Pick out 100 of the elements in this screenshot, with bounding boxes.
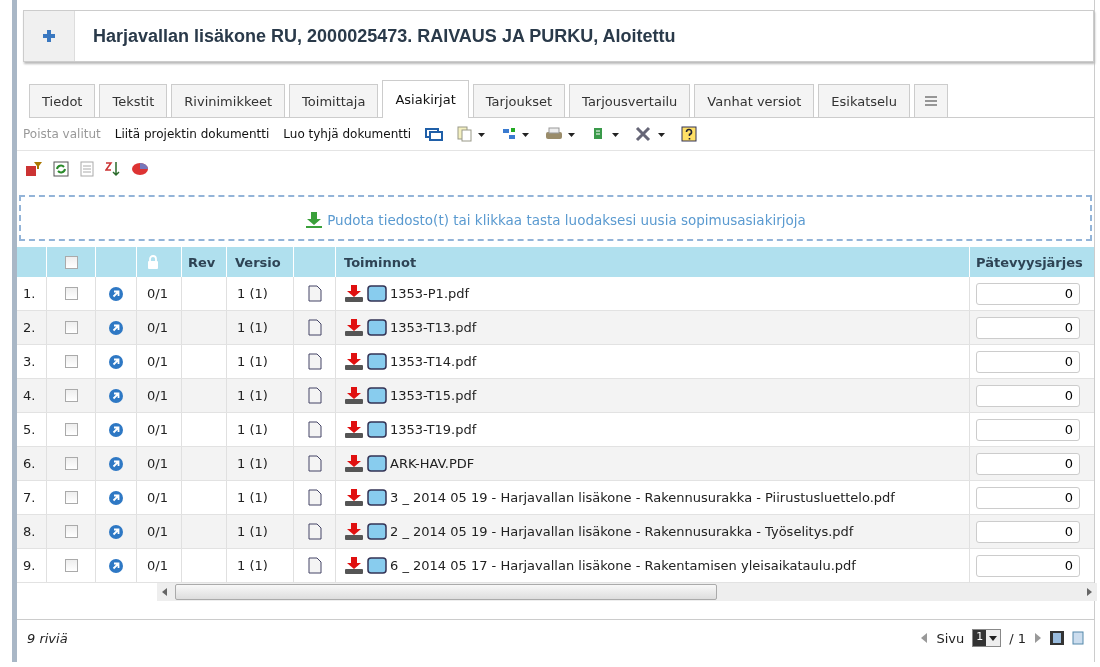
row-checkbox[interactable] xyxy=(64,559,78,572)
order-input[interactable]: 0 xyxy=(976,554,1080,577)
row-checkbox[interactable] xyxy=(64,389,78,402)
order-input[interactable]: 0 xyxy=(976,520,1080,543)
tab[interactable]: Rivinimikkeet xyxy=(171,84,286,117)
tab[interactable]: Esikatselu xyxy=(818,84,910,117)
plus-icon[interactable] xyxy=(24,11,75,61)
table-cell: 0/1 xyxy=(147,320,168,335)
table-cell: 0/1 xyxy=(147,456,168,471)
dropdown-caret-icon[interactable] xyxy=(989,635,998,641)
order-input[interactable]: 0 xyxy=(976,282,1080,305)
grid-view-icon[interactable] xyxy=(1050,631,1064,645)
previous-page-icon[interactable] xyxy=(920,633,929,643)
horizontal-scrollbar[interactable] xyxy=(157,583,1097,601)
column-header[interactable]: Rev xyxy=(188,254,216,270)
row-number: 5. xyxy=(23,422,36,437)
document-icon[interactable] xyxy=(307,523,322,540)
tab[interactable]: Toimittaja xyxy=(289,84,379,117)
file-name[interactable]: 1353-T19.pdf xyxy=(390,422,477,437)
table-cell: 1 (1) xyxy=(237,286,268,301)
row-checkbox[interactable] xyxy=(64,287,78,300)
select-all-checkbox[interactable] xyxy=(64,255,78,269)
file-name[interactable]: 2 _ 2014 05 19 - Harjavallan lisäkone - Rakennusurakka - Työselitys.pdf xyxy=(390,524,854,539)
order-input[interactable]: 0 xyxy=(976,384,1080,407)
monitor-icon[interactable] xyxy=(367,489,387,506)
order-input[interactable]: 0 xyxy=(976,350,1080,373)
table-cell: 0/1 xyxy=(147,286,168,301)
next-page-icon[interactable] xyxy=(1034,633,1042,643)
tab[interactable]: Tarjousvertailu xyxy=(569,84,691,117)
toolbar-action[interactable]: Liitä projektin dokumentti xyxy=(114,127,270,141)
table-cell: 1 (1) xyxy=(237,456,268,471)
order-input[interactable]: 0 xyxy=(976,418,1080,441)
monitor-icon[interactable] xyxy=(367,319,387,336)
file-name[interactable]: 1353-P1.pdf xyxy=(390,286,470,301)
document-icon[interactable] xyxy=(307,489,322,506)
page-select[interactable]: 1 xyxy=(972,629,1002,647)
row-checkbox[interactable] xyxy=(64,321,78,334)
copy-dropdown-icon[interactable] xyxy=(457,126,487,142)
download-icon[interactable] xyxy=(344,454,364,473)
monitor-icon[interactable] xyxy=(367,387,387,404)
monitor-icon[interactable] xyxy=(367,421,387,438)
filter-icon[interactable] xyxy=(25,161,43,177)
windows-icon[interactable] xyxy=(425,126,443,142)
document-icon[interactable] xyxy=(307,353,322,370)
scroll-right-icon[interactable] xyxy=(1085,588,1093,596)
drop-zone-text: Pudota tiedosto(t) tai klikkaa tasta luodaksesi uusia sopimusasiakirjoja xyxy=(327,212,806,228)
table-cell: 1 (1) xyxy=(237,422,268,437)
download-icon[interactable] xyxy=(344,488,364,507)
download-icon[interactable] xyxy=(344,556,364,575)
download-icon[interactable] xyxy=(344,352,364,371)
table-cell: 0/1 xyxy=(147,524,168,539)
document-icon[interactable] xyxy=(307,387,322,404)
tab[interactable]: Tiedot xyxy=(29,84,96,117)
refresh-icon[interactable] xyxy=(53,161,69,177)
document-icon[interactable] xyxy=(307,285,322,302)
document-icon[interactable] xyxy=(307,319,322,336)
table-cell: 1 (1) xyxy=(237,490,268,505)
chart-icon[interactable] xyxy=(131,161,149,177)
monitor-icon[interactable] xyxy=(367,557,387,574)
file-name[interactable]: 6 _ 2014 05 17 - Harjavallan lisäkone - Rakentamisen yleisaikataulu.pdf xyxy=(390,558,856,573)
order-input[interactable]: 0 xyxy=(976,316,1080,339)
document-icon[interactable] xyxy=(307,455,322,472)
download-icon[interactable] xyxy=(344,318,364,337)
document-icon[interactable] xyxy=(307,557,322,574)
monitor-icon[interactable] xyxy=(367,353,387,370)
monitor-icon[interactable] xyxy=(367,455,387,472)
file-name[interactable]: ARK-HAV.PDF xyxy=(390,456,475,471)
scroll-left-icon[interactable] xyxy=(161,588,169,596)
table-cell: 0/1 xyxy=(147,422,168,437)
help-icon[interactable] xyxy=(681,126,697,142)
column-header[interactable]: Toiminnot xyxy=(344,254,417,270)
tab[interactable]: Tekstit xyxy=(99,84,168,117)
menu-icon[interactable] xyxy=(913,84,948,117)
row-checkbox[interactable] xyxy=(64,457,78,470)
monitor-icon[interactable] xyxy=(367,523,387,540)
row-number: 8. xyxy=(23,524,36,539)
download-icon[interactable] xyxy=(344,420,364,439)
download-icon[interactable] xyxy=(344,386,364,405)
tab[interactable]: Tarjoukset xyxy=(472,84,566,117)
order-input[interactable]: 0 xyxy=(976,486,1080,509)
row-checkbox[interactable] xyxy=(64,525,78,538)
file-name[interactable]: 1353-T14.pdf xyxy=(390,354,477,369)
file-name[interactable]: 1353-T15.pdf xyxy=(390,388,477,403)
order-input[interactable]: 0 xyxy=(976,452,1080,475)
toolbar-action[interactable]: Luo tyhjä dokumentti xyxy=(283,127,411,141)
tab[interactable]: Asiakirjat xyxy=(382,80,469,118)
sort-icon[interactable] xyxy=(105,161,121,177)
row-checkbox[interactable] xyxy=(64,491,78,504)
file-name[interactable]: 3 _ 2014 05 19 - Harjavallan lisäkone - Rakennusurakka - Piirustusluettelo.pdf xyxy=(390,490,895,505)
row-checkbox[interactable] xyxy=(64,355,78,368)
row-checkbox[interactable] xyxy=(64,423,78,436)
file-name[interactable]: 1353-T13.pdf xyxy=(390,320,477,335)
document-icon[interactable] xyxy=(307,421,322,438)
column-header[interactable]: Pätevyysjärjes xyxy=(976,254,1083,270)
tab[interactable]: Vanhat versiot xyxy=(694,84,815,117)
download-icon[interactable] xyxy=(344,522,364,541)
download-icon[interactable] xyxy=(344,284,364,303)
monitor-icon[interactable] xyxy=(367,285,387,302)
printer-dropdown-icon[interactable] xyxy=(545,126,577,142)
column-header[interactable]: Versio xyxy=(235,254,281,270)
